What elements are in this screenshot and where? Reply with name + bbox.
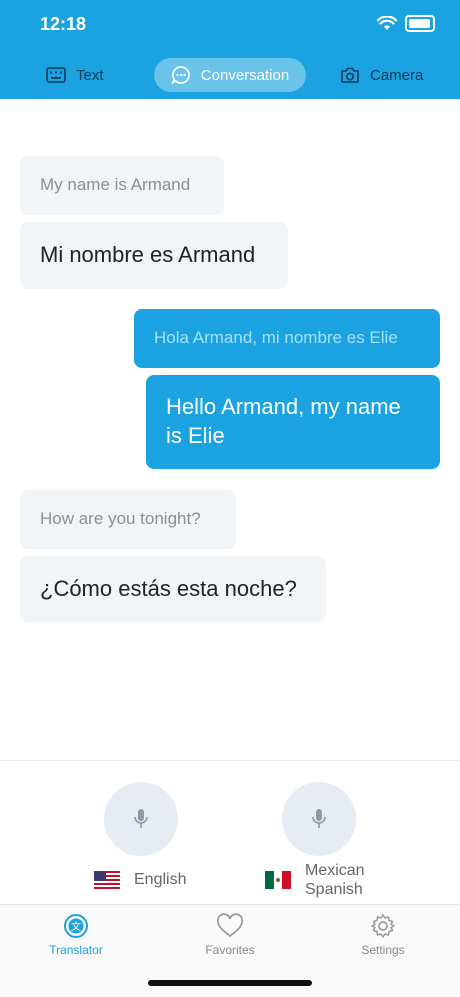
mic-button-english[interactable] bbox=[104, 782, 178, 856]
tab-camera[interactable]: Camera bbox=[340, 58, 423, 92]
tab-favorites[interactable]: Favorites bbox=[180, 913, 280, 957]
mexico-flag-icon bbox=[265, 871, 291, 889]
microphone-icon bbox=[134, 809, 148, 828]
translator-icon: 文 bbox=[64, 914, 88, 938]
language-mexican-spanish[interactable]: Mexican Spanish bbox=[265, 861, 365, 899]
battery-icon bbox=[405, 15, 435, 32]
home-indicator bbox=[148, 980, 312, 986]
tab-conversation-label: Conversation bbox=[200, 66, 290, 84]
language-english-label: English bbox=[134, 871, 187, 888]
message-source-bubble[interactable]: My name is Armand bbox=[20, 156, 224, 215]
tab-translator-label: Translator bbox=[49, 943, 103, 957]
tab-text-label: Text bbox=[76, 66, 104, 84]
language-line-2: Spanish bbox=[305, 881, 363, 898]
message-source-text: How are you tonight? bbox=[40, 509, 201, 529]
message-translation-text: Hello Armand, my name is Elie bbox=[166, 394, 401, 448]
microphone-icon bbox=[312, 809, 326, 828]
message-translation-text: ¿Cómo estás esta noche? bbox=[40, 575, 297, 601]
heart-icon bbox=[217, 913, 243, 938]
message-source-bubble[interactable]: Hola Armand, mi nombre es Elie bbox=[134, 309, 440, 368]
keyboard-icon bbox=[46, 67, 66, 83]
message-translation-text: Mi nombre es Armand bbox=[40, 242, 256, 268]
tab-settings-label: Settings bbox=[361, 943, 405, 957]
message-translation-bubble[interactable]: Mi nombre es Armand bbox=[20, 222, 288, 289]
status-bar: 12:18 bbox=[0, 0, 460, 50]
message-source-bubble[interactable]: How are you tonight? bbox=[20, 490, 236, 549]
camera-icon bbox=[341, 67, 359, 83]
status-time: 12:18 bbox=[40, 14, 87, 34]
header-bar: 12:18 Text Conversation Camera bbox=[0, 0, 460, 99]
message-source-text: Hola Armand, mi nombre es Elie bbox=[154, 328, 398, 348]
svg-text:文: 文 bbox=[71, 920, 81, 933]
language-mexican-spanish-label: Mexican Spanish bbox=[305, 861, 365, 899]
language-english[interactable]: English bbox=[94, 871, 186, 889]
tab-settings[interactable]: Settings bbox=[333, 913, 433, 957]
message-translation-bubble[interactable]: ¿Cómo estás esta noche? bbox=[20, 556, 326, 622]
language-line-1: Mexican bbox=[305, 862, 365, 879]
message-translation-bubble[interactable]: Hello Armand, my name is Elie bbox=[146, 375, 440, 469]
conversation-area: My name is Armand Mi nombre es Armand Ho… bbox=[0, 100, 460, 760]
tab-camera-label: Camera bbox=[370, 66, 424, 84]
mic-button-spanish[interactable] bbox=[282, 782, 356, 856]
mode-tabs: Text Conversation Camera bbox=[0, 58, 460, 92]
status-icons bbox=[377, 15, 435, 32]
chat-bubble-icon bbox=[171, 66, 190, 85]
us-flag-icon bbox=[94, 871, 120, 889]
tab-conversation[interactable]: Conversation bbox=[154, 58, 306, 92]
gear-icon bbox=[371, 914, 395, 938]
speech-controls: English Mexican Spanish bbox=[0, 760, 460, 905]
tab-favorites-label: Favorites bbox=[205, 943, 255, 957]
wifi-icon bbox=[377, 16, 397, 30]
message-source-text: My name is Armand bbox=[40, 175, 191, 195]
tab-translator[interactable]: 文 Translator bbox=[26, 913, 126, 957]
tab-text[interactable]: Text bbox=[46, 58, 104, 92]
